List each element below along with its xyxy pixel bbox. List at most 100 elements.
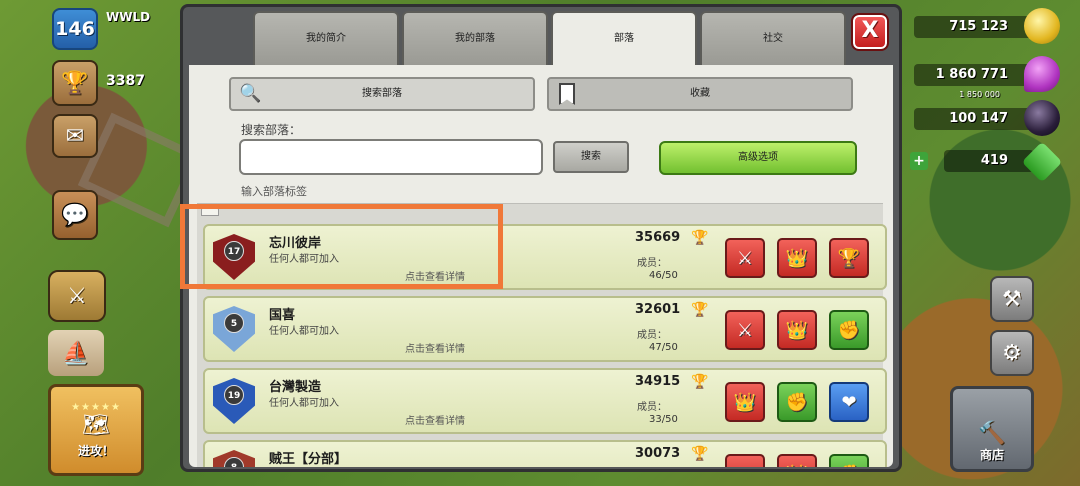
sword-shield-icon[interactable]: ⚔ xyxy=(725,310,765,350)
fist-icon[interactable]: ✊ xyxy=(829,454,869,467)
shop-label: 商店 xyxy=(979,448,1004,462)
clan-name: 国喜 xyxy=(269,308,296,323)
clan-members: 46/50 xyxy=(649,270,678,281)
clan-list[interactable]: 17 忘川彼岸 任何人都可加入 点击查看详情 35669 🏆 成员： 46/50… xyxy=(197,203,887,467)
clan-members-label: 成员： xyxy=(637,402,667,413)
clan-members: 47/50 xyxy=(649,342,678,353)
settings-button[interactable]: ⚙ xyxy=(990,330,1034,376)
clan-members-label: 成员： xyxy=(637,258,667,269)
tab-my-clan[interactable]: 我的部落 xyxy=(402,11,548,65)
fist-icon[interactable]: ✊ xyxy=(777,382,817,422)
clan-trophies: 30073 xyxy=(635,446,681,461)
elixir-capacity: 1 850 000 xyxy=(959,90,1000,99)
heart-icon[interactable]: ❤ xyxy=(829,382,869,422)
clan-war-button[interactable]: ⚔ xyxy=(48,270,106,322)
crown-icon[interactable]: 👑 xyxy=(777,310,817,350)
gold-coin-icon xyxy=(1024,8,1060,44)
coins-hammer-icon: 🔨 xyxy=(978,421,1006,446)
fist-icon[interactable]: ✊ xyxy=(829,310,869,350)
clan-trophies: 35669 xyxy=(635,230,681,245)
advanced-options-button[interactable]: 高级选项 xyxy=(659,141,857,175)
trophy-icon: 🏆 xyxy=(691,374,709,390)
subtab-search-label: 搜索部落 xyxy=(362,88,402,99)
clan-badge-icon: 19 xyxy=(213,378,255,424)
treasure-map-icon: 🗺 xyxy=(82,412,110,438)
clan-members-label: 成员： xyxy=(637,330,667,341)
dark-elixir-amount: 100 147 xyxy=(914,108,1034,130)
crown-icon[interactable]: 👑 xyxy=(777,454,817,467)
player-level-badge[interactable]: 146 xyxy=(52,8,98,50)
clan-badge-icon: 17 xyxy=(213,234,255,280)
mail-button[interactable]: ✉ xyxy=(52,114,98,158)
tab-clans[interactable]: 部落 xyxy=(551,11,697,69)
trophy-button[interactable]: 🏆 xyxy=(52,60,98,106)
crown-icon[interactable]: 👑 xyxy=(725,382,765,422)
player-name: WWLD xyxy=(106,10,151,24)
trophy-count: 3387 xyxy=(106,73,145,89)
gems-amount: 419 xyxy=(944,150,1034,172)
clan-detail-link[interactable]: 点击查看详情 xyxy=(405,412,465,427)
clan-row[interactable]: 19 台灣製造 任何人都可加入 点击查看详情 34915 🏆 成员： 33/50… xyxy=(203,368,887,434)
clan-badge-level: 17 xyxy=(224,241,244,261)
builder-base-button[interactable]: ⛵ xyxy=(48,330,104,376)
sword-shield-icon[interactable]: ⚔ xyxy=(725,454,765,467)
dark-elixir-drop-icon xyxy=(1024,100,1060,136)
close-button[interactable]: X xyxy=(851,13,889,51)
clan-join-type: 任何人都可加入 xyxy=(269,326,339,337)
trophy-icon: 🏆 xyxy=(691,230,709,246)
crown-icon[interactable]: 👑 xyxy=(777,238,817,278)
chat-bubble-icon: 💬 xyxy=(61,202,89,228)
chat-button[interactable]: 💬 xyxy=(52,190,98,240)
subtab-bookmarks-label: 收藏 xyxy=(690,88,710,99)
subtab-bookmarks[interactable]: 收藏 xyxy=(547,77,853,111)
attack-label: 进攻！ xyxy=(77,443,114,458)
clan-search-input[interactable] xyxy=(239,139,543,175)
clan-badge-level: 5 xyxy=(224,313,244,333)
trophy-icon: 🏆 xyxy=(691,302,709,318)
gold-amount: 715 123 xyxy=(914,16,1034,38)
clan-detail-link[interactable]: 点击查看详情 xyxy=(405,340,465,355)
trophy-icon[interactable]: 🏆 xyxy=(829,238,869,278)
envelope-icon: ✉ xyxy=(65,123,85,149)
tab-my-profile[interactable]: 我的简介 xyxy=(253,11,399,65)
clan-join-type: 任何人都可加入 xyxy=(269,398,339,409)
clan-trophies: 32601 xyxy=(635,302,681,317)
magnifier-icon: 🔍 xyxy=(239,83,262,104)
clan-members: 33/50 xyxy=(649,414,678,425)
clan-row[interactable]: 8 贼王【分部】 任何人都可加入 30073 🏆 ⚔ 👑 ✊ xyxy=(203,440,887,467)
clan-join-type: 任何人都可加入 xyxy=(269,466,339,467)
clan-badge-level: 8 xyxy=(224,457,244,467)
search-field-label: 搜索部落： xyxy=(241,123,302,137)
bookmark-icon xyxy=(559,83,575,105)
shop-button[interactable]: 🔨 商店 xyxy=(950,386,1034,472)
stars-icon: ★★★★★ xyxy=(71,401,121,413)
clan-name: 台灣製造 xyxy=(269,380,322,395)
crossed-swords-icon: ⚔ xyxy=(67,283,87,309)
trophy-icon: 🏆 xyxy=(691,446,709,462)
gear-icon: ⚙ xyxy=(1002,340,1022,366)
list-heading-icon xyxy=(201,204,219,216)
clan-row[interactable]: 5 国喜 任何人都可加入 点击查看详情 32601 🏆 成员： 47/50 ⚔ … xyxy=(203,296,887,362)
search-hint: 输入部落标签 xyxy=(241,185,307,198)
search-button[interactable]: 搜索 xyxy=(553,141,629,173)
clan-name: 贼王【分部】 xyxy=(269,452,348,467)
clan-dialog: 我的简介 我的部落 部落 社交 X 🔍 搜索部落 收藏 搜索部落： 搜索 高级选… xyxy=(180,4,902,472)
clan-row[interactable]: 17 忘川彼岸 任何人都可加入 点击查看详情 35669 🏆 成员： 46/50… xyxy=(203,224,887,290)
sword-shield-icon[interactable]: ⚔ xyxy=(725,238,765,278)
clan-detail-link[interactable]: 点击查看详情 xyxy=(405,268,465,283)
clan-name: 忘川彼岸 xyxy=(269,236,322,251)
clan-trophies: 34915 xyxy=(635,374,681,389)
subtab-search-clans[interactable]: 🔍 搜索部落 xyxy=(229,77,535,111)
tab-social[interactable]: 社交 xyxy=(700,11,846,65)
builder-boat-icon: ⛵ xyxy=(62,340,90,366)
clans-panel: 🔍 搜索部落 收藏 搜索部落： 搜索 高级选项 输入部落标签 17 忘川彼岸 任… xyxy=(189,65,893,467)
layout-edit-button[interactable]: ⚒ xyxy=(990,276,1034,322)
clan-badge-icon: 5 xyxy=(213,306,255,352)
elixir-amount: 1 860 771 xyxy=(914,64,1034,86)
attack-button[interactable]: ★★★★★ 🗺 进攻！ xyxy=(48,384,144,476)
clan-badge-icon: 8 xyxy=(213,450,255,467)
elixir-drop-icon xyxy=(1024,56,1060,92)
hammer-arrow-icon: ⚒ xyxy=(1002,286,1022,312)
trophy-icon: 🏆 xyxy=(61,70,89,96)
buy-gems-button[interactable]: + xyxy=(910,152,928,170)
